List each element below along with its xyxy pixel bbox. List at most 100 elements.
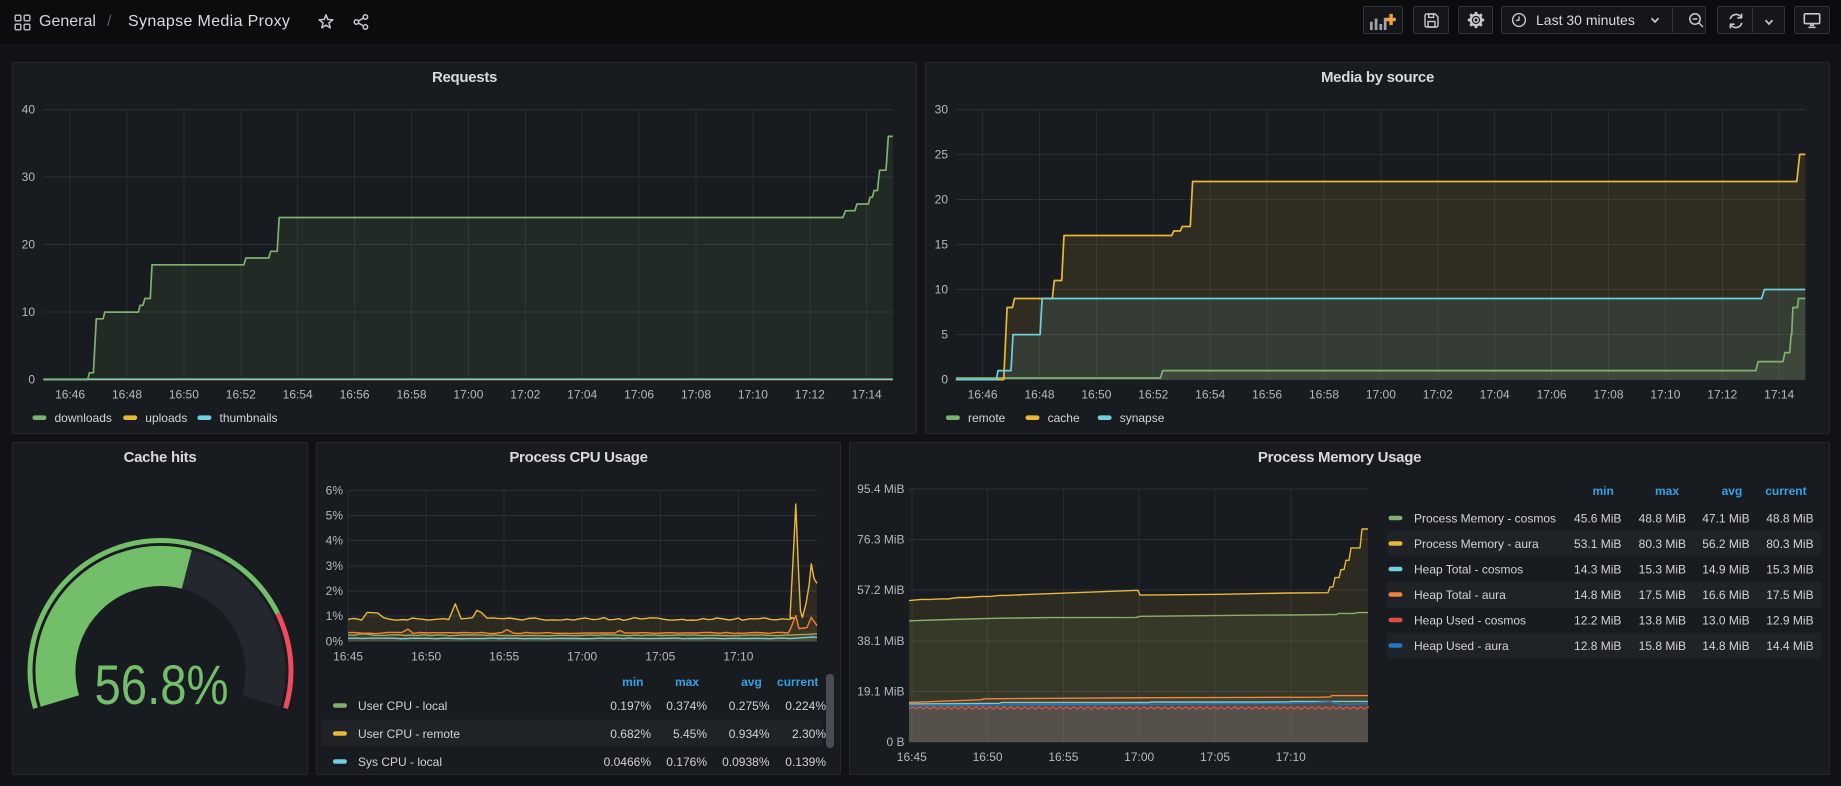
svg-text:5%: 5%	[326, 509, 344, 523]
svg-text:40: 40	[22, 102, 36, 116]
svg-text:13.8 MiB: 13.8 MiB	[1639, 613, 1686, 627]
svg-text:0: 0	[941, 373, 948, 387]
svg-text:16:56: 16:56	[1252, 388, 1282, 402]
svg-text:76.3 MiB: 76.3 MiB	[857, 533, 904, 547]
svg-text:16:48: 16:48	[1024, 388, 1054, 402]
svg-text:0 B: 0 B	[886, 735, 904, 749]
svg-text:19.1 MiB: 19.1 MiB	[857, 684, 904, 698]
svg-text:17:10: 17:10	[738, 388, 768, 402]
svg-text:Process Memory - cosmos: Process Memory - cosmos	[1414, 511, 1556, 525]
svg-text:17:12: 17:12	[1707, 388, 1737, 402]
svg-text:95.4 MiB: 95.4 MiB	[857, 482, 904, 496]
svg-text:16:52: 16:52	[226, 388, 256, 402]
svg-text:12.9 MiB: 12.9 MiB	[1766, 613, 1813, 627]
svg-text:17.5 MiB: 17.5 MiB	[1766, 588, 1813, 602]
svg-text:56.8%: 56.8%	[95, 654, 229, 716]
svg-text:17:10: 17:10	[1276, 750, 1306, 764]
svg-text:17:06: 17:06	[624, 388, 654, 402]
svg-text:16:58: 16:58	[1309, 388, 1339, 402]
svg-text:16:45: 16:45	[897, 750, 927, 764]
svg-text:uploads: uploads	[145, 411, 187, 425]
svg-text:17:04: 17:04	[1480, 388, 1510, 402]
svg-text:16:50: 16:50	[973, 750, 1003, 764]
svg-text:14.8 MiB: 14.8 MiB	[1574, 588, 1621, 602]
svg-text:17:14: 17:14	[1764, 388, 1794, 402]
svg-text:16:54: 16:54	[283, 388, 313, 402]
svg-text:45.6 MiB: 45.6 MiB	[1574, 511, 1621, 525]
svg-text:57.2 MiB: 57.2 MiB	[857, 583, 904, 597]
svg-text:17:00: 17:00	[1124, 750, 1154, 764]
svg-text:17:00: 17:00	[453, 388, 483, 402]
svg-text:0.275%: 0.275%	[729, 699, 770, 713]
svg-text:47.1 MiB: 47.1 MiB	[1702, 511, 1749, 525]
svg-text:14.3 MiB: 14.3 MiB	[1574, 562, 1621, 576]
svg-text:min: min	[1592, 484, 1613, 498]
svg-text:current: current	[777, 675, 818, 689]
svg-text:16:50: 16:50	[169, 388, 199, 402]
svg-text:0.0938%: 0.0938%	[722, 755, 770, 769]
svg-text:thumbnails: thumbnails	[220, 411, 278, 425]
svg-text:2.30%: 2.30%	[792, 727, 826, 741]
svg-text:20: 20	[935, 193, 949, 207]
svg-text:17:10: 17:10	[723, 650, 753, 664]
svg-text:Sys CPU - local: Sys CPU - local	[358, 755, 442, 769]
svg-text:17:04: 17:04	[567, 388, 597, 402]
svg-text:16:50: 16:50	[1081, 388, 1111, 402]
svg-text:16:55: 16:55	[489, 650, 519, 664]
svg-text:User CPU - local: User CPU - local	[358, 699, 447, 713]
svg-text:avg: avg	[1722, 484, 1743, 498]
svg-text:30: 30	[22, 170, 36, 184]
svg-text:38.1 MiB: 38.1 MiB	[857, 634, 904, 648]
svg-text:16:48: 16:48	[112, 388, 142, 402]
svg-text:5: 5	[941, 328, 948, 342]
svg-text:30: 30	[935, 102, 949, 116]
svg-text:10: 10	[22, 305, 36, 319]
svg-text:17:00: 17:00	[1366, 388, 1396, 402]
svg-text:0%: 0%	[326, 634, 344, 648]
svg-text:15: 15	[935, 238, 949, 252]
svg-text:min: min	[622, 675, 643, 689]
svg-text:15.3 MiB: 15.3 MiB	[1766, 562, 1813, 576]
svg-text:16:45: 16:45	[333, 650, 363, 664]
svg-text:16:50: 16:50	[411, 650, 441, 664]
svg-text:17:12: 17:12	[795, 388, 825, 402]
svg-text:16.6 MiB: 16.6 MiB	[1702, 588, 1749, 602]
svg-text:17:02: 17:02	[510, 388, 540, 402]
svg-text:16:52: 16:52	[1138, 388, 1168, 402]
svg-text:User CPU - remote: User CPU - remote	[358, 727, 460, 741]
svg-text:48.8 MiB: 48.8 MiB	[1639, 511, 1686, 525]
svg-text:17:06: 17:06	[1537, 388, 1567, 402]
svg-text:Heap Used - cosmos: Heap Used - cosmos	[1414, 613, 1526, 627]
svg-text:14.9 MiB: 14.9 MiB	[1702, 562, 1749, 576]
svg-text:17:05: 17:05	[1200, 750, 1230, 764]
svg-text:17:05: 17:05	[645, 650, 675, 664]
svg-text:cache: cache	[1048, 411, 1080, 425]
svg-text:max: max	[675, 675, 699, 689]
svg-text:80.3 MiB: 80.3 MiB	[1639, 537, 1686, 551]
svg-text:20: 20	[22, 238, 36, 252]
svg-text:14.4 MiB: 14.4 MiB	[1766, 639, 1813, 653]
svg-text:80.3 MiB: 80.3 MiB	[1766, 537, 1813, 551]
svg-text:remote: remote	[968, 411, 1006, 425]
svg-text:56.2 MiB: 56.2 MiB	[1702, 537, 1749, 551]
svg-text:Heap Total - cosmos: Heap Total - cosmos	[1414, 562, 1523, 576]
svg-text:Process Memory - aura: Process Memory - aura	[1414, 537, 1539, 551]
svg-text:0.197%: 0.197%	[610, 699, 651, 713]
svg-text:15.3 MiB: 15.3 MiB	[1639, 562, 1686, 576]
svg-text:0.139%: 0.139%	[785, 755, 826, 769]
svg-text:17:14: 17:14	[852, 388, 882, 402]
svg-text:17:08: 17:08	[1593, 388, 1623, 402]
svg-text:0.0466%: 0.0466%	[604, 755, 652, 769]
svg-text:25: 25	[935, 148, 949, 162]
svg-text:max: max	[1655, 484, 1679, 498]
svg-text:current: current	[1765, 484, 1806, 498]
svg-text:17:02: 17:02	[1423, 388, 1453, 402]
svg-text:0.374%: 0.374%	[666, 699, 707, 713]
svg-text:16:46: 16:46	[55, 388, 85, 402]
svg-text:14.8 MiB: 14.8 MiB	[1702, 639, 1749, 653]
svg-text:2%: 2%	[326, 584, 344, 598]
svg-text:17:08: 17:08	[681, 388, 711, 402]
svg-text:10: 10	[935, 283, 949, 297]
svg-text:avg: avg	[741, 675, 762, 689]
svg-text:Heap Total - aura: Heap Total - aura	[1414, 588, 1506, 602]
